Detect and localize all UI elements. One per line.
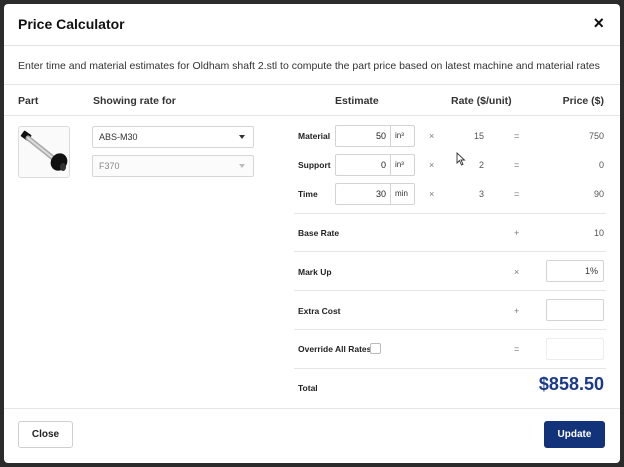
material-select-value: ABS-M30 <box>99 132 138 142</box>
plus-sign: + <box>514 228 520 238</box>
total-price: $858.50 <box>538 374 604 394</box>
dialog-title: Price Calculator <box>18 16 125 32</box>
divider <box>4 408 620 409</box>
total-label: Total <box>298 383 318 393</box>
mark-up-label: Mark Up <box>298 267 332 277</box>
material-select[interactable]: ABS-M30 <box>92 126 254 148</box>
support-estimate-value[interactable]: 0 <box>336 155 390 175</box>
divider <box>4 84 620 85</box>
dialog-header: Price Calculator × <box>4 4 620 46</box>
equals-sign: = <box>514 189 520 199</box>
column-header-price: Price ($) <box>562 95 604 107</box>
equals-sign: = <box>514 160 520 170</box>
extra-cost-label: Extra Cost <box>298 306 341 316</box>
part-shaft-icon <box>20 130 68 171</box>
time-rate: 3 <box>478 189 484 199</box>
time-estimate-unit: min <box>390 184 414 204</box>
support-estimate-unit: in³ <box>390 155 414 175</box>
mark-up-input[interactable]: 1% <box>546 260 604 282</box>
time-label: Time <box>298 189 318 199</box>
extra-cost-input[interactable] <box>546 299 604 321</box>
equals-sign: = <box>514 131 520 141</box>
support-estimate-field[interactable]: 0 in³ <box>335 154 415 176</box>
divider <box>294 329 606 330</box>
material-label: Material <box>298 131 331 141</box>
time-estimate-field[interactable]: 30 min <box>335 183 415 205</box>
update-button[interactable]: Update <box>544 421 605 448</box>
material-estimate-unit: in³ <box>390 126 414 146</box>
divider <box>294 290 606 291</box>
material-rate: 15 <box>473 131 484 141</box>
price-calculator-dialog: Price Calculator × Enter time and materi… <box>4 4 620 463</box>
time-price: 90 <box>593 189 604 199</box>
override-all-rates-label: Override All Rates <box>298 344 372 354</box>
base-rate-label: Base Rate <box>298 228 340 238</box>
material-estimate-field[interactable]: 50 in³ <box>335 125 415 147</box>
column-header-estimate: Estimate <box>335 95 379 107</box>
override-all-rates-checkbox[interactable] <box>370 343 381 354</box>
close-button[interactable]: Close <box>18 421 73 448</box>
time-estimate-value[interactable]: 30 <box>336 184 390 204</box>
close-icon[interactable]: × <box>593 14 604 32</box>
divider <box>294 213 606 214</box>
support-label: Support <box>298 160 331 170</box>
multiply-icon: × <box>514 267 520 277</box>
material-estimate-value[interactable]: 50 <box>336 126 390 146</box>
chevron-down-icon <box>239 135 245 139</box>
override-rate-input <box>546 338 604 360</box>
column-header-rate: Rate ($/unit) <box>451 95 512 107</box>
support-price: 0 <box>598 160 604 170</box>
part-thumbnail <box>18 126 70 178</box>
material-price: 750 <box>588 131 604 141</box>
machine-select-value: F370 <box>99 161 120 171</box>
plus-sign: + <box>514 306 520 316</box>
intro-text: Enter time and material estimates for Ol… <box>18 60 600 72</box>
column-header-showing-rate: Showing rate for <box>93 95 176 107</box>
chevron-down-icon <box>239 164 245 168</box>
column-header-part: Part <box>18 95 39 107</box>
machine-select[interactable]: F370 <box>92 155 254 177</box>
equals-sign: = <box>514 344 520 354</box>
divider <box>4 115 620 116</box>
divider <box>294 251 606 252</box>
divider <box>294 368 606 369</box>
mouse-cursor-icon <box>456 152 466 166</box>
base-rate-value: 10 <box>593 228 604 238</box>
